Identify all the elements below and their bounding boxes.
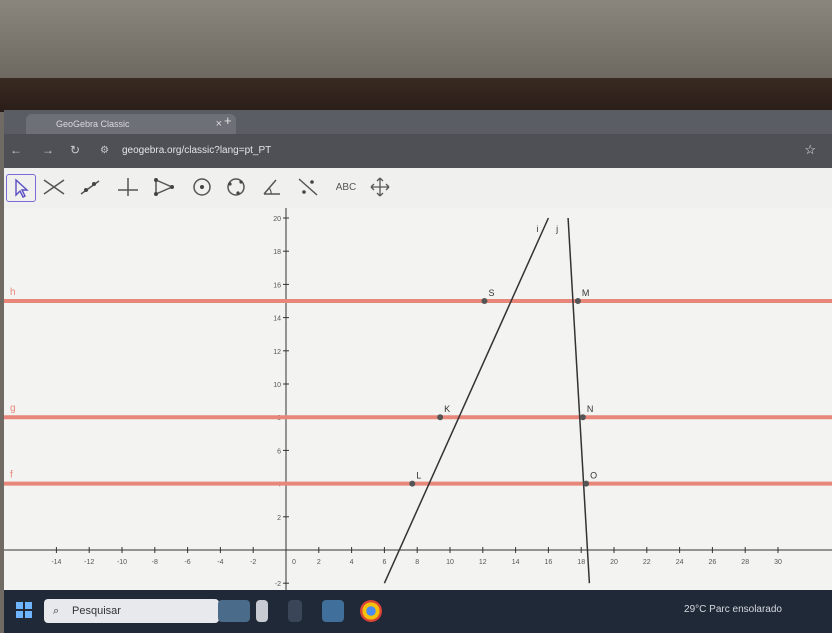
monitor-bezel <box>0 78 832 112</box>
angle-tool-icon[interactable] <box>258 174 286 200</box>
y-tick-label: 20 <box>273 216 281 223</box>
x-tick-label: 24 <box>676 559 684 566</box>
point-M <box>574 298 581 304</box>
point-L <box>409 480 416 487</box>
chrome-icon[interactable] <box>360 600 382 622</box>
site-settings-icon[interactable]: ⚙ <box>100 145 109 156</box>
segment-tool-icon[interactable] <box>76 174 104 200</box>
x-tick-label: -14 <box>51 559 61 566</box>
circle-tool-icon[interactable] <box>188 174 216 200</box>
point-label-S: S <box>488 288 494 298</box>
x-tick-label: 26 <box>709 559 717 566</box>
browser-tab[interactable]: GeoGebra Classic × <box>26 114 236 134</box>
line-label-j: j <box>555 224 558 234</box>
y-tick-label: -2 <box>275 581 281 588</box>
x-tick-label: 12 <box>479 559 487 566</box>
search-label: Pesquisar <box>72 605 121 617</box>
url-field[interactable]: geogebra.org/classic?lang=pt_PT <box>122 145 271 156</box>
file-explorer-icon[interactable] <box>322 600 344 622</box>
x-tick-label: -2 <box>250 559 256 566</box>
taskbar-search[interactable]: ⌕ Pesquisar <box>44 599 219 623</box>
x-tick-label: 4 <box>350 559 354 566</box>
search-icon: ⌕ <box>53 605 60 617</box>
x-tick-label: -6 <box>184 559 190 566</box>
y-tick-label: 14 <box>273 316 281 323</box>
move-tool-icon[interactable] <box>6 174 36 202</box>
x-tick-label: 18 <box>577 559 585 566</box>
new-tab-button[interactable]: + <box>224 113 232 128</box>
line-label-h: h <box>10 287 16 298</box>
line-tool-icon[interactable] <box>40 174 68 200</box>
y-tick-label: 16 <box>273 282 281 289</box>
back-icon[interactable]: ← <box>10 143 22 157</box>
x-tick-label: 22 <box>643 559 651 566</box>
perpendicular-tool-icon[interactable] <box>114 174 142 200</box>
x-tick-label: 28 <box>741 559 749 566</box>
reflect-tool-icon[interactable] <box>294 174 322 200</box>
origin-label: 0 <box>292 559 296 566</box>
file-icon[interactable] <box>256 600 268 622</box>
forward-icon[interactable]: → <box>42 143 54 157</box>
geogebra-toolbar: ABC <box>4 168 832 208</box>
task-view-icon[interactable] <box>288 600 302 622</box>
weather-text: 29°C Parc ensolarado <box>684 604 782 615</box>
x-tick-label: 10 <box>446 559 454 566</box>
point-label-O: O <box>590 471 597 481</box>
reload-icon[interactable]: ↻ <box>70 143 80 157</box>
conic-tool-icon[interactable] <box>222 174 250 200</box>
x-tick-label: 20 <box>610 559 618 566</box>
line-label-f: f <box>10 470 13 481</box>
point-label-K: K <box>444 404 450 414</box>
line-label-g: g <box>10 403 16 414</box>
text-tool-icon[interactable]: ABC <box>330 174 362 200</box>
bookmark-star-icon[interactable]: ☆ <box>804 142 816 158</box>
windows-taskbar: ⌕ Pesquisar 29°C Parc ensolarado <box>4 590 832 633</box>
x-tick-label: 6 <box>382 559 386 566</box>
close-tab-icon[interactable]: × <box>216 114 222 134</box>
y-tick-label: 12 <box>273 349 281 356</box>
app-icon[interactable] <box>218 600 250 622</box>
x-tick-label: 14 <box>512 559 520 566</box>
point-label-N: N <box>587 404 594 414</box>
browser-tab-bar: GeoGebra Classic × + <box>4 110 832 134</box>
x-tick-label: 8 <box>415 559 419 566</box>
start-icon[interactable] <box>16 602 32 618</box>
point-label-M: M <box>582 288 590 298</box>
point-S <box>481 298 488 304</box>
y-tick-label: 18 <box>273 249 281 256</box>
screen: GeoGebra Classic × + ← → ↻ ⚙ geogebra.or… <box>4 110 832 633</box>
move-view-tool-icon[interactable] <box>366 174 394 200</box>
tab-title: GeoGebra Classic <box>56 119 130 129</box>
point-O <box>583 480 590 487</box>
x-tick-label: -10 <box>117 559 127 566</box>
point-N <box>579 414 586 421</box>
point-label-L: L <box>416 471 421 481</box>
graphics-view[interactable]: -14 -12 -10 -8 -6 -4 -2 2 4 6 8 10 12 14 16 18 20 22 24 26 2… <box>4 208 832 590</box>
y-tick-label: 2 <box>277 515 281 522</box>
x-tick-label: 16 <box>545 559 553 566</box>
x-tick-label: 2 <box>317 559 321 566</box>
graph-background <box>4 208 832 590</box>
point-K <box>437 414 444 421</box>
polygon-tool-icon[interactable] <box>150 174 178 200</box>
y-tick-label: 6 <box>277 448 281 455</box>
x-tick-label: -12 <box>84 559 94 566</box>
line-label-i: i <box>536 224 538 234</box>
x-tick-label: -8 <box>152 559 158 566</box>
y-tick-label: 10 <box>273 382 281 389</box>
x-tick-label: -4 <box>217 559 223 566</box>
address-bar: ← → ↻ ⚙ geogebra.org/classic?lang=pt_PT … <box>4 134 832 168</box>
x-tick-label: 30 <box>774 559 782 566</box>
